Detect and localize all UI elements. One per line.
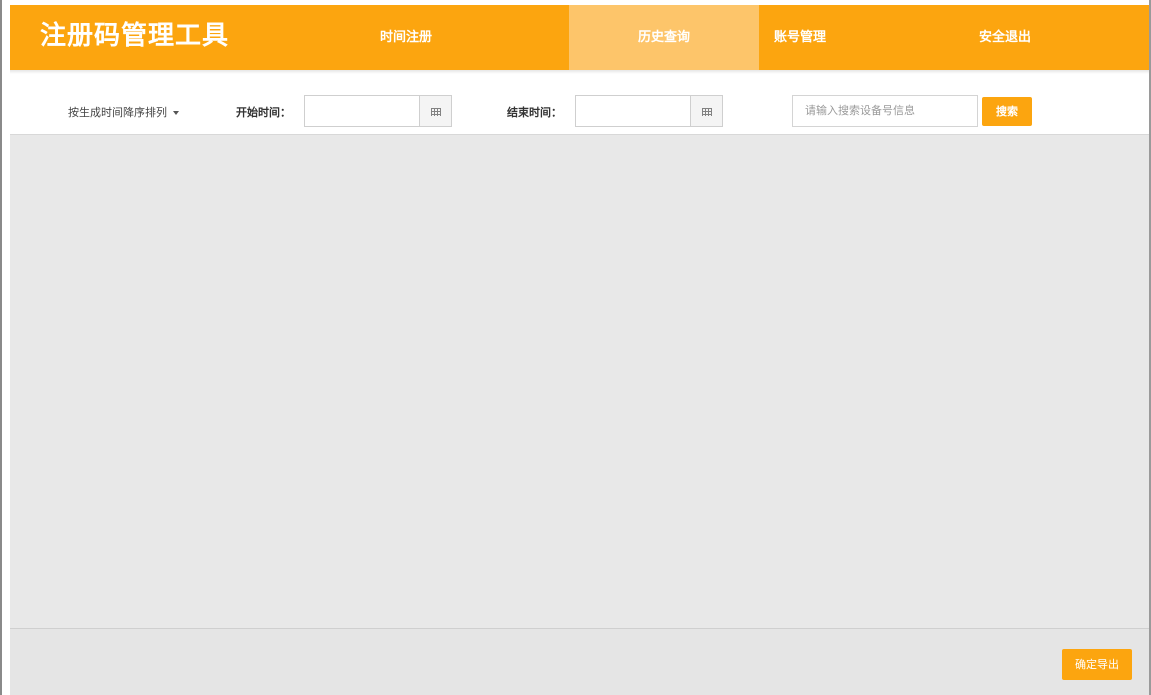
caret-down-icon — [173, 111, 179, 115]
sort-order-dropdown[interactable]: 按生成时间降序排列 — [68, 104, 179, 120]
sort-order-label: 按生成时间降序排列 — [68, 106, 167, 119]
top-navbar: 注册码管理工具 时间注册 历史查询 账号管理 安全退出 — [10, 5, 1149, 70]
end-time-label: 结束时间： — [507, 106, 562, 119]
start-time-input[interactable] — [305, 96, 422, 126]
calendar-icon — [430, 107, 441, 116]
calendar-icon — [701, 107, 712, 116]
footer-bar: 确定导出 — [10, 628, 1149, 695]
nav-tab-logout[interactable]: 安全退出 — [950, 5, 1060, 70]
confirm-export-button[interactable]: 确定导出 — [1062, 649, 1132, 680]
filter-toolbar: 按生成时间降序排列 开始时间： 结束时间： 搜索 — [10, 74, 1149, 135]
nav-tab-time-register[interactable]: 时间注册 — [342, 5, 470, 70]
results-area — [10, 135, 1149, 628]
device-search-input[interactable] — [792, 95, 978, 127]
app-window: 注册码管理工具 时间注册 历史查询 账号管理 安全退出 按生成时间降序排列 开始… — [0, 0, 1151, 695]
search-button[interactable]: 搜索 — [982, 97, 1032, 126]
nav-tab-history-query[interactable]: 历史查询 — [569, 5, 759, 70]
app-title: 注册码管理工具 — [40, 21, 230, 51]
end-time-input[interactable] — [576, 96, 693, 126]
start-time-label: 开始时间： — [236, 106, 291, 119]
nav-tab-account-management[interactable]: 账号管理 — [750, 5, 850, 70]
end-time-picker — [575, 95, 723, 127]
start-time-picker — [304, 95, 452, 127]
end-calendar-button[interactable] — [690, 96, 722, 126]
start-calendar-button[interactable] — [419, 96, 451, 126]
